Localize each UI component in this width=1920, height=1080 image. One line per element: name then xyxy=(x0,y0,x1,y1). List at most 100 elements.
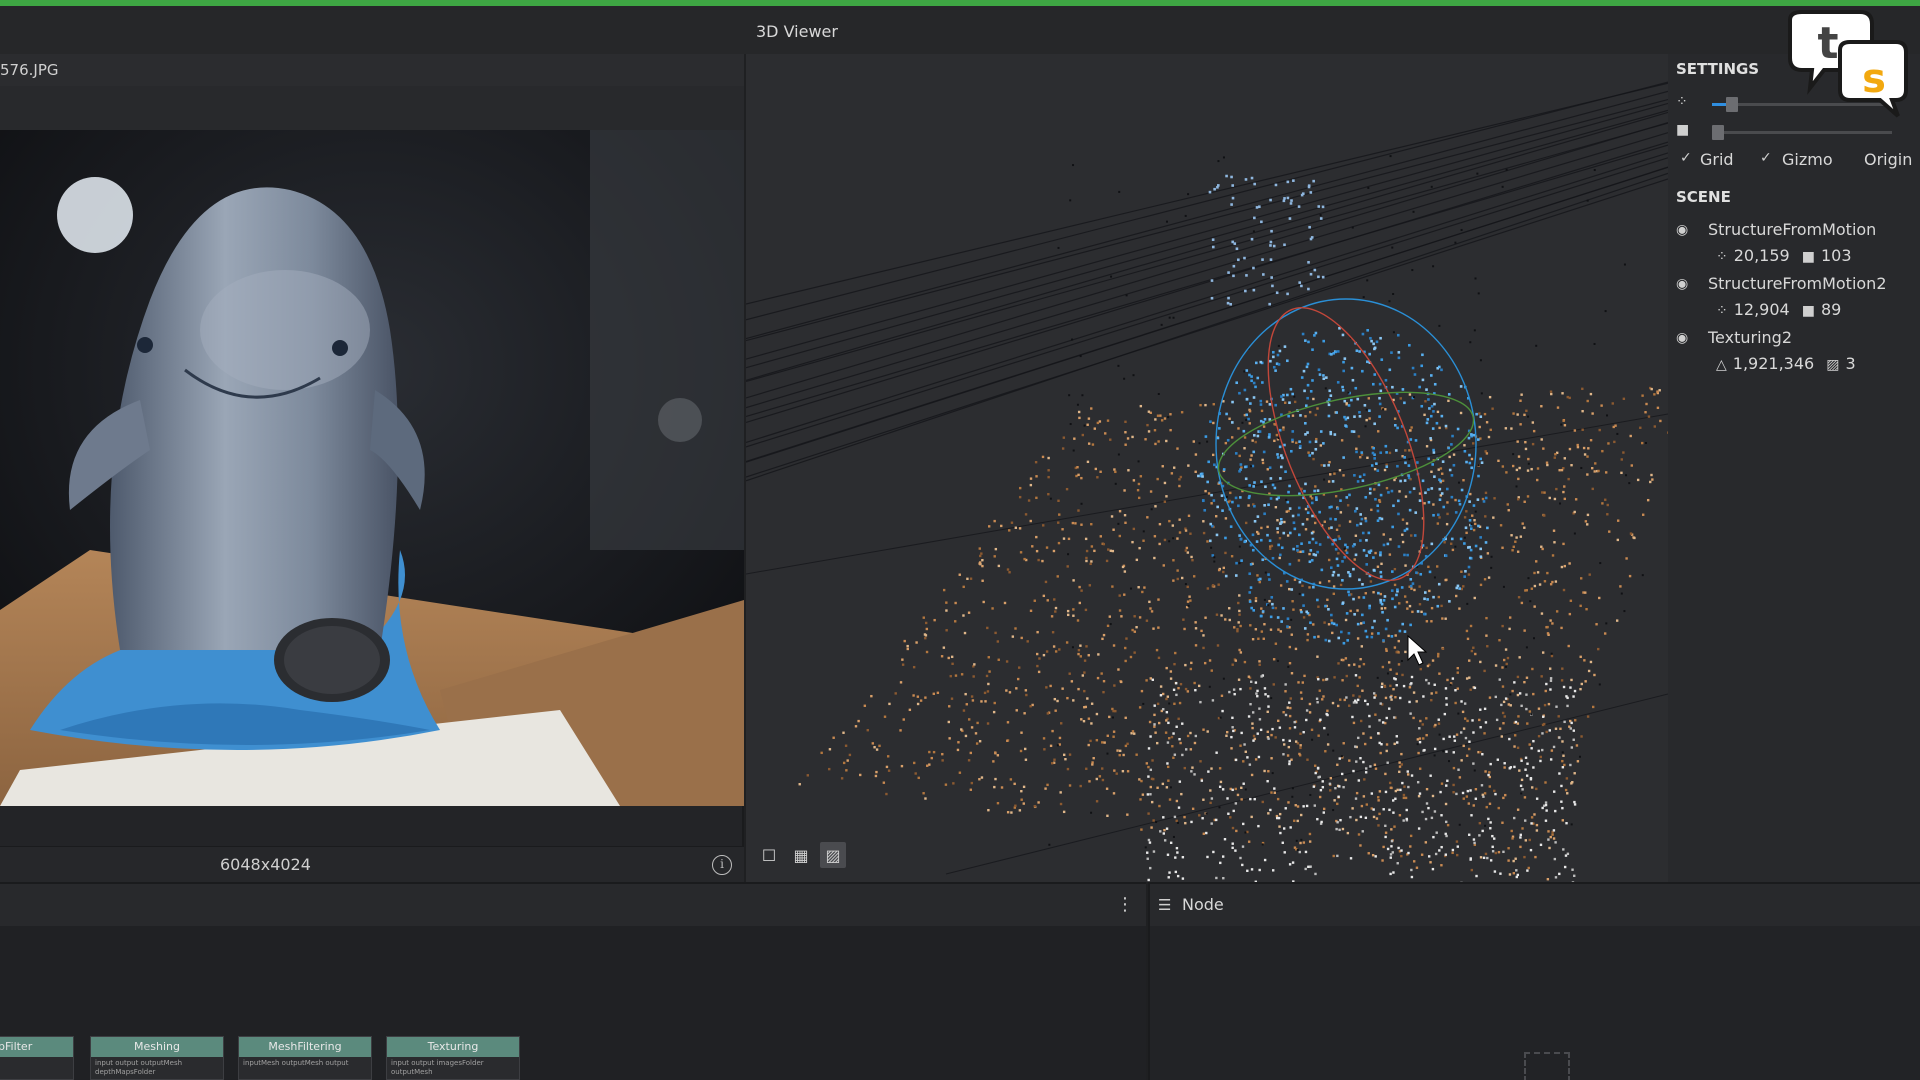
cloud-point xyxy=(1288,217,1292,220)
cloud-point xyxy=(1593,169,1596,172)
cloud-point xyxy=(1259,399,1263,403)
cloud-point xyxy=(1293,527,1297,531)
cloud-point xyxy=(1062,537,1066,540)
cloud-point xyxy=(1372,556,1375,559)
wireframe-view-icon[interactable]: ▨ xyxy=(820,842,846,868)
eye-icon[interactable]: ◉ xyxy=(1676,330,1688,346)
graph-node-meshing[interactable]: Meshing input output outputMesh depthMap… xyxy=(90,1036,224,1080)
cloud-point xyxy=(1483,707,1487,711)
cloud-point xyxy=(1280,395,1283,398)
cloud-point xyxy=(1141,793,1145,796)
cloud-point xyxy=(1562,542,1565,546)
cloud-point xyxy=(1358,415,1362,418)
cloud-point xyxy=(1357,736,1360,740)
cloud-point xyxy=(1269,244,1272,247)
cloud-point xyxy=(1216,505,1219,509)
cloud-point xyxy=(1548,729,1551,732)
slider-track[interactable] xyxy=(1712,125,1892,140)
cloud-point xyxy=(965,703,968,706)
cloud-point xyxy=(1053,598,1056,601)
graph-node-meshfiltering[interactable]: MeshFiltering inputMesh outputMesh outpu… xyxy=(238,1036,372,1080)
gizmo-toggle[interactable]: Gizmo xyxy=(1782,150,1833,169)
info-circle-icon[interactable]: i xyxy=(712,855,732,875)
more-vertical-icon[interactable]: ⋮ xyxy=(1116,892,1134,918)
cloud-point xyxy=(1322,377,1326,381)
grid-toggle[interactable]: Grid xyxy=(1700,150,1734,169)
cloud-point xyxy=(1445,834,1448,838)
gizmo-check-icon[interactable]: ✓ xyxy=(1760,150,1772,166)
cloud-point xyxy=(1453,739,1457,742)
cloud-point xyxy=(1231,788,1234,792)
cloud-point xyxy=(1202,499,1205,503)
cloud-point xyxy=(1336,507,1340,510)
cloud-point xyxy=(1467,436,1471,440)
cloud-point xyxy=(1258,205,1261,209)
cloud-point xyxy=(1507,509,1510,512)
single-view-icon[interactable]: ☐ xyxy=(756,842,782,868)
cloud-point xyxy=(1310,501,1314,505)
cloud-point xyxy=(1245,418,1248,421)
3d-viewport[interactable]: ☐ ▦ ▨ xyxy=(746,54,1668,882)
eye-icon[interactable]: ◉ xyxy=(1676,276,1688,292)
cloud-point xyxy=(1006,721,1010,724)
cloud-point xyxy=(1239,744,1242,747)
grid-check-icon[interactable]: ✓ xyxy=(1680,150,1692,166)
camera-scale-slider[interactable]: ■ xyxy=(1676,122,1906,142)
photo-preview[interactable] xyxy=(0,130,744,806)
cloud-point xyxy=(1414,511,1418,514)
cloud-point xyxy=(1045,686,1048,689)
cloud-point xyxy=(1560,565,1564,569)
cloud-point xyxy=(1359,719,1363,723)
cloud-point xyxy=(1512,872,1516,875)
slider-handle[interactable] xyxy=(1712,125,1724,140)
cloud-point xyxy=(1279,584,1283,587)
origin-toggle[interactable]: Origin xyxy=(1864,150,1912,169)
cloud-point xyxy=(1085,549,1089,553)
cloud-point xyxy=(1388,300,1391,303)
cloud-point xyxy=(1543,491,1546,494)
cloud-point xyxy=(1409,712,1412,715)
cloud-point xyxy=(1231,663,1234,666)
slider-handle[interactable] xyxy=(1726,97,1739,112)
eye-icon[interactable]: ◉ xyxy=(1676,222,1688,238)
cloud-point xyxy=(1472,762,1475,765)
cloud-point xyxy=(1067,553,1070,556)
cloud-point xyxy=(1279,630,1283,633)
cloud-point xyxy=(1620,458,1623,461)
cloud-point xyxy=(1379,493,1383,497)
cloud-point xyxy=(1231,826,1235,830)
cloud-point xyxy=(1237,678,1241,681)
cloud-point xyxy=(1276,527,1279,530)
cloud-point xyxy=(1241,863,1244,867)
cloud-point xyxy=(1309,390,1313,393)
cloud-point xyxy=(978,547,981,550)
cloud-point xyxy=(1108,615,1112,618)
cloud-point xyxy=(1085,556,1088,560)
cloud-point xyxy=(1318,543,1322,546)
node-panel-title: Node xyxy=(1182,895,1224,914)
grid-line xyxy=(746,413,1668,575)
graph-node-mapfilter[interactable]: MapFilter output xyxy=(0,1036,74,1080)
graph-node-texturing[interactable]: Texturing input output imagesFolder outp… xyxy=(386,1036,520,1080)
cloud-point xyxy=(1446,823,1450,827)
cloud-point xyxy=(1157,626,1160,629)
cloud-point xyxy=(903,639,906,643)
cloud-point xyxy=(863,704,867,707)
cloud-point xyxy=(1418,737,1422,740)
cloud-point xyxy=(1221,709,1224,713)
cloud-point xyxy=(1293,726,1297,729)
cloud-point xyxy=(1383,595,1387,598)
cloud-point xyxy=(1342,369,1346,373)
cloud-point xyxy=(1149,607,1152,610)
cloud-point xyxy=(1347,631,1351,635)
graph-canvas[interactable]: MapFilter output Meshing input output ou… xyxy=(0,926,1146,1080)
cloud-point xyxy=(1358,676,1361,679)
cloud-point xyxy=(1303,627,1307,630)
grid-view-icon[interactable]: ▦ xyxy=(788,842,814,868)
cloud-point xyxy=(1276,797,1280,801)
cloud-point xyxy=(1382,533,1385,536)
cloud-point xyxy=(1570,678,1573,682)
cloud-point xyxy=(945,601,948,604)
cloud-point xyxy=(1408,686,1412,689)
cloud-point xyxy=(1354,386,1358,390)
